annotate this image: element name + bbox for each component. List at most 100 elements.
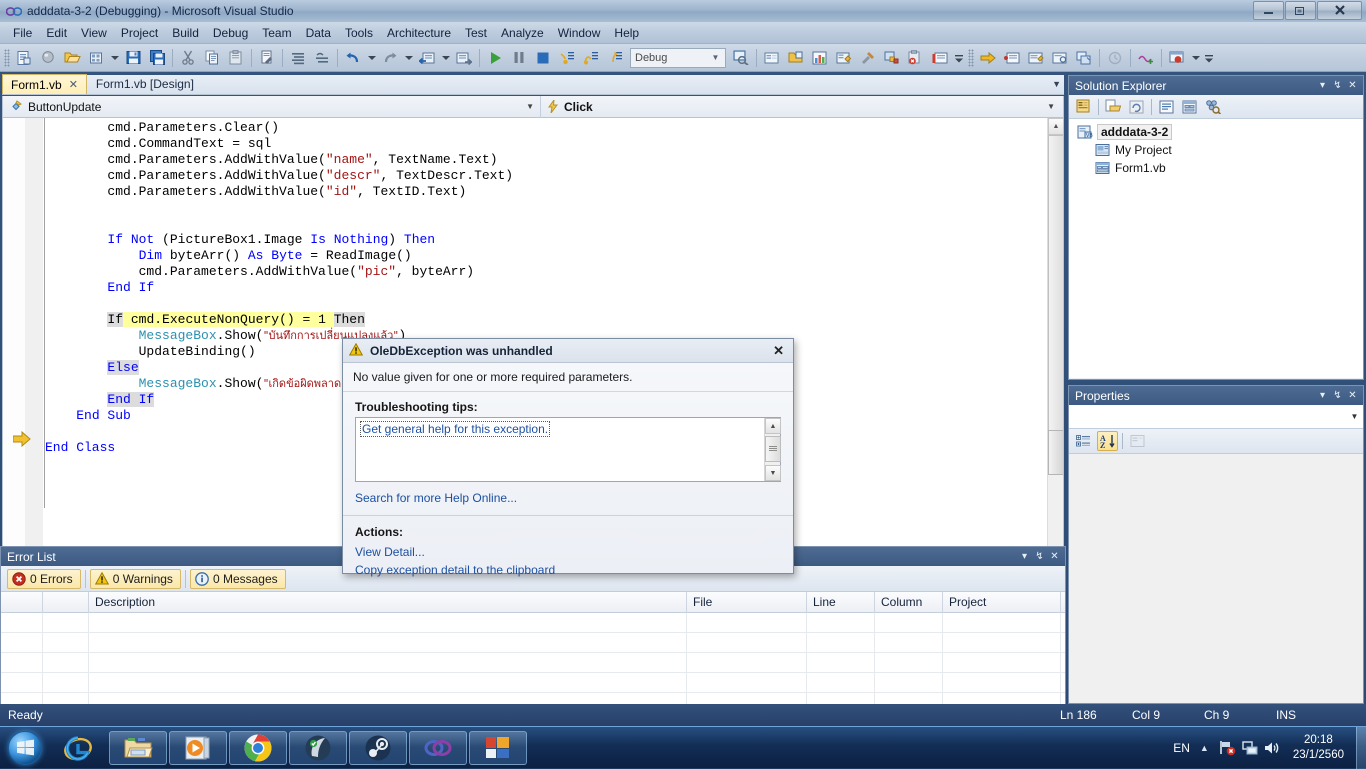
breakpoint-window-icon[interactable] (1166, 47, 1188, 69)
properties-window-icon[interactable] (761, 47, 783, 69)
start-page-icon[interactable] (881, 47, 903, 69)
maximize-restore-button[interactable] (1285, 1, 1316, 20)
menu-window[interactable]: Window (551, 23, 608, 43)
menu-help[interactable]: Help (607, 23, 646, 43)
search-help-online-link[interactable]: Search for more Help Online... (355, 491, 517, 505)
locals-window-icon[interactable] (1073, 47, 1095, 69)
tab-list-chevron-down-icon[interactable]: ▼ (1052, 79, 1061, 89)
uncomment-icon[interactable] (311, 47, 333, 69)
close-button[interactable] (1317, 1, 1362, 20)
copy-exception-detail-link[interactable]: Copy exception detail to the clipboard (355, 563, 555, 577)
menu-view[interactable]: View (74, 23, 114, 43)
error-list-window-icon[interactable] (929, 47, 951, 69)
view-code-icon[interactable] (1156, 97, 1177, 117)
menu-project[interactable]: Project (114, 23, 165, 43)
scroll-thumb[interactable] (765, 436, 781, 462)
table-row[interactable] (1, 633, 1065, 653)
messages-filter-button[interactable]: 0 Messages (190, 569, 286, 589)
member-event-combo[interactable]: Click ▼ (541, 96, 1061, 118)
refresh-icon[interactable] (1126, 97, 1147, 117)
taskbar-windows-explorer[interactable] (109, 731, 167, 765)
pin-icon[interactable]: ↯ (1330, 390, 1345, 401)
menu-edit[interactable]: Edit (39, 23, 74, 43)
menu-data[interactable]: Data (299, 23, 338, 43)
editor-vertical-scrollbar[interactable]: ▲ ▼ (1047, 118, 1063, 570)
solution-configuration-combo[interactable]: Debug ▼ (630, 48, 726, 68)
toolbar-grip[interactable] (4, 49, 10, 67)
tree-item-form1-vb[interactable]: Form1.vb (1069, 159, 1363, 177)
property-pages-icon[interactable] (1127, 431, 1148, 451)
performance-icon[interactable] (1104, 47, 1126, 69)
column-header-description[interactable]: Description (89, 592, 687, 613)
taskbar-media-player[interactable] (169, 731, 227, 765)
show-all-files-icon[interactable] (1103, 97, 1124, 117)
menu-team[interactable]: Team (255, 23, 298, 43)
troubleshooting-tips-box[interactable]: Get general help for this exception. ▲ ▼ (355, 417, 781, 482)
column-header-project[interactable]: Project (943, 592, 1061, 613)
open-recent-icon[interactable] (85, 47, 107, 69)
indicator-margin[interactable] (3, 118, 25, 585)
add-new-item-icon[interactable] (37, 47, 59, 69)
table-row[interactable] (1, 613, 1065, 633)
immediate-window-icon[interactable] (1025, 47, 1047, 69)
chevron-down-icon[interactable]: ▼ (1346, 406, 1363, 428)
window-dropdown-icon[interactable]: ▾ (1315, 390, 1330, 401)
cut-icon[interactable] (177, 47, 199, 69)
taskbar-google-chrome[interactable] (229, 731, 287, 765)
breakpoint-dropdown-icon[interactable] (1190, 47, 1201, 69)
menu-test[interactable]: Test (458, 23, 494, 43)
column-header-icon[interactable] (1, 592, 43, 613)
column-header-num[interactable] (43, 592, 89, 613)
column-header-file[interactable]: File (687, 592, 807, 613)
step-over-icon[interactable] (580, 47, 602, 69)
save-all-icon[interactable] (146, 47, 168, 69)
scroll-thumb[interactable] (1048, 430, 1064, 475)
properties-grid[interactable] (1069, 454, 1363, 703)
navigate-backward-dropdown-icon[interactable] (440, 47, 451, 69)
view-detail-link[interactable]: View Detail... (355, 545, 425, 559)
menu-tools[interactable]: Tools (338, 23, 380, 43)
scroll-thumb-upper[interactable] (1048, 135, 1064, 435)
start-button[interactable] (2, 729, 48, 767)
general-help-link[interactable]: Get general help for this exception. (360, 421, 550, 437)
find-in-files-icon[interactable] (730, 47, 752, 69)
find-icon[interactable] (256, 47, 278, 69)
object-browser-icon[interactable] (1202, 97, 1223, 117)
tab-form1-vb[interactable]: Form1.vb ✕ (2, 74, 87, 94)
tray-clock[interactable]: 20:18 23/1/2560 (1293, 733, 1344, 763)
clipboard-error-icon[interactable] (905, 47, 927, 69)
pause-icon[interactable] (508, 47, 530, 69)
save-icon[interactable] (122, 47, 144, 69)
solution-explorer-window-icon[interactable] (785, 47, 807, 69)
taskbar-app-window[interactable] (469, 731, 527, 765)
show-next-statement-icon[interactable] (977, 47, 999, 69)
toolbar-overflow-icon[interactable] (953, 47, 965, 69)
scroll-up-icon[interactable]: ▲ (1048, 118, 1064, 135)
close-icon[interactable]: ✕ (1047, 551, 1062, 562)
tree-item-my-project[interactable]: My Project (1069, 141, 1363, 159)
member-type-combo[interactable]: ButtonUpdate ▼ (3, 96, 541, 118)
column-header-line[interactable]: Line (807, 592, 875, 613)
start-debugging-icon[interactable] (484, 47, 506, 69)
redo-icon[interactable] (379, 47, 401, 69)
taskbar-nero[interactable] (289, 731, 347, 765)
scroll-up-icon[interactable]: ▲ (765, 418, 781, 434)
toolbox-icon[interactable] (833, 47, 855, 69)
menu-file[interactable]: File (6, 23, 39, 43)
errors-filter-button[interactable]: 0 Errors (7, 569, 81, 589)
scroll-down-icon[interactable]: ▼ (765, 465, 781, 481)
stop-debugging-icon[interactable] (532, 47, 554, 69)
action-center-flag-icon[interactable] (1239, 740, 1261, 756)
table-row[interactable] (1, 653, 1065, 673)
open-dropdown-icon[interactable] (109, 47, 120, 69)
view-designer-icon[interactable] (1179, 97, 1200, 117)
show-desktop-button[interactable] (1356, 727, 1366, 769)
add-watch-icon[interactable] (1135, 47, 1157, 69)
new-project-icon[interactable] (13, 47, 35, 69)
properties-icon[interactable] (1073, 97, 1094, 117)
column-header-column[interactable]: Column (875, 592, 943, 613)
pin-icon[interactable]: ↯ (1330, 80, 1345, 91)
alphabetical-icon[interactable]: A Z (1097, 431, 1118, 451)
copy-icon[interactable] (201, 47, 223, 69)
tips-scrollbar[interactable]: ▲ ▼ (764, 418, 780, 481)
